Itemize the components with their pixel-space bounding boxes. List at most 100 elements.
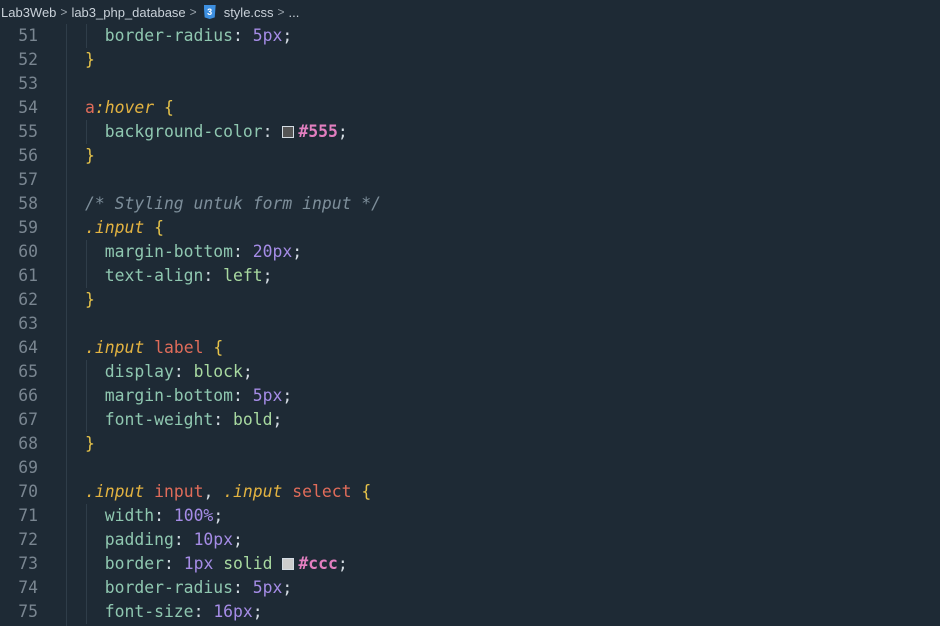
code-token: }: [85, 290, 95, 309]
code-line[interactable]: 64 .input label {: [0, 336, 940, 360]
code-line[interactable]: 63: [0, 312, 940, 336]
code-token: ,: [203, 482, 224, 501]
line-number: 75: [18, 602, 38, 621]
code-token: select: [292, 482, 352, 501]
code-token: 100%: [173, 506, 214, 525]
code-token: :: [233, 26, 253, 45]
code-text: margin-bottom: 20px;: [85, 240, 302, 264]
code-text: }: [85, 432, 95, 456]
line-number: 53: [18, 74, 38, 93]
code-line[interactable]: 56}: [0, 144, 940, 168]
code-token: ;: [272, 410, 283, 429]
line-number: 60: [18, 242, 38, 261]
code-token: :: [173, 530, 194, 549]
color-swatch-icon[interactable]: [282, 558, 295, 570]
code-token: :: [163, 554, 184, 573]
code-token: background-color: [85, 122, 263, 141]
code-token: }: [85, 434, 95, 453]
code-text: }: [85, 48, 95, 72]
line-number: 61: [18, 266, 38, 285]
code-token: {: [213, 338, 224, 357]
code-token: border-radius: [85, 26, 234, 45]
code-token: padding: [85, 530, 174, 549]
code-token: 20px: [252, 242, 293, 261]
line-number: 56: [18, 146, 38, 165]
code-text: /* Styling untuk form input */: [85, 192, 381, 216]
indent-guide: [86, 24, 87, 48]
line-number: 74: [18, 578, 38, 597]
code-token: {: [361, 482, 372, 501]
breadcrumb-item-folder[interactable]: Lab3Web: [0, 5, 57, 20]
code-line[interactable]: 67 font-weight: bold;: [0, 408, 940, 432]
code-token: 16px: [213, 602, 253, 621]
code-token: :: [233, 578, 253, 597]
code-line[interactable]: 52}: [0, 48, 940, 72]
code-text: font-weight: bold;: [85, 408, 283, 432]
code-token: ;: [337, 554, 348, 573]
code-token: }: [85, 146, 95, 165]
code-token: .input: [85, 482, 145, 501]
code-line[interactable]: 59 .input {: [0, 216, 940, 240]
line-number: 52: [18, 50, 38, 69]
code-token: ;: [233, 530, 243, 549]
color-swatch-icon[interactable]: [282, 126, 295, 138]
code-line[interactable]: 72 padding: 10px;: [0, 528, 940, 552]
code-line[interactable]: 57: [0, 168, 940, 192]
code-text: border: 1px solid #ccc;: [85, 552, 348, 576]
code-line[interactable]: 74 border-radius: 5px;: [0, 576, 940, 600]
breadcrumb-item-file[interactable]: style.css: [223, 5, 275, 20]
breadcrumb-item-symbol[interactable]: ...: [288, 5, 301, 20]
breadcrumb-separator: >: [60, 5, 68, 19]
code-token: ;: [242, 362, 253, 381]
code-text: }: [85, 288, 95, 312]
code-token: /* Styling untuk form input */: [85, 194, 382, 213]
code-text: text-align: left;: [85, 264, 273, 288]
code-line[interactable]: 61 text-align: left;: [0, 264, 940, 288]
code-line[interactable]: 66 margin-bottom: 5px;: [0, 384, 940, 408]
code-line[interactable]: 75 font-size: 16px;: [0, 600, 940, 624]
code-line[interactable]: 60 margin-bottom: 20px;: [0, 240, 940, 264]
code-text: background-color: #555;: [85, 120, 348, 144]
code-text: margin-bottom: 5px;: [85, 384, 293, 408]
breadcrumb-item-subfolder[interactable]: lab3_php_database: [70, 5, 186, 20]
code-line[interactable]: 70 .input input, .input select {: [0, 480, 940, 504]
line-number: 70: [18, 482, 38, 501]
code-line[interactable]: 71 width: 100%;: [0, 504, 940, 528]
code-token: :: [262, 122, 283, 141]
code-line[interactable]: 58 /* Styling untuk form input */: [0, 192, 940, 216]
code-token: 1px: [183, 554, 214, 573]
code-token: ;: [282, 578, 293, 597]
line-number: 63: [18, 314, 38, 333]
code-token: bold: [233, 410, 273, 429]
code-token: {: [163, 98, 174, 117]
code-token: :: [173, 362, 194, 381]
code-token: ;: [282, 386, 293, 405]
code-token: width: [85, 506, 155, 525]
indent-guide: [86, 360, 87, 432]
code-line[interactable]: 62}: [0, 288, 940, 312]
code-line[interactable]: 51 border-radius: 5px;: [0, 24, 940, 48]
line-number: 68: [18, 434, 38, 453]
code-token: :: [233, 386, 253, 405]
code-text: display: block;: [85, 360, 253, 384]
code-line[interactable]: 65 display: block;: [0, 360, 940, 384]
indent-guide: [86, 504, 87, 624]
code-line[interactable]: 55 background-color: #555;: [0, 120, 940, 144]
code-token: block: [193, 362, 243, 381]
code-line[interactable]: 54 a:hover {: [0, 96, 940, 120]
code-text: a:hover {: [85, 96, 174, 120]
code-line[interactable]: 73 border: 1px solid #ccc;: [0, 552, 940, 576]
line-number: 62: [18, 290, 38, 309]
code-editor[interactable]: 51 border-radius: 5px; 52} 53 54 a:hover {55…: [0, 24, 940, 626]
code-token: margin-bottom: [85, 242, 234, 261]
code-text: border-radius: 5px;: [85, 24, 293, 48]
code-token: .input: [85, 338, 145, 357]
code-line[interactable]: 53: [0, 72, 940, 96]
code-line[interactable]: 68}: [0, 432, 940, 456]
code-token: .input: [223, 482, 283, 501]
code-line[interactable]: 69: [0, 456, 940, 480]
